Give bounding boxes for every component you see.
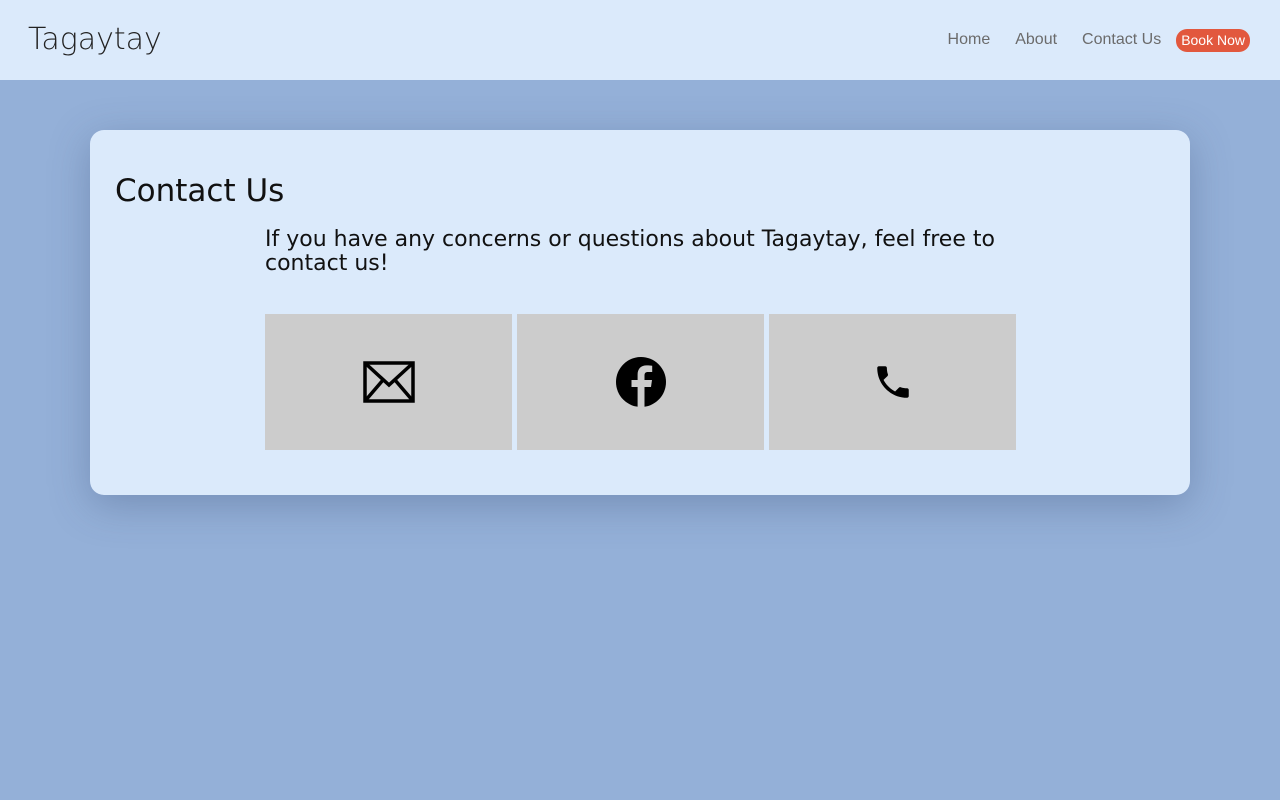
nav-links: Home About Contact Us Book Now [948,28,1250,52]
navbar: Tagaytay Home About Contact Us Book Now [0,0,1280,80]
contact-tiles [265,314,1016,450]
envelope-icon [362,361,415,403]
email-tile[interactable] [265,314,512,450]
nav-link-contact[interactable]: Contact Us [1082,28,1161,52]
contact-description: If you have any concerns or questions ab… [265,227,995,276]
site-logo[interactable]: Tagaytay [28,20,162,60]
contact-card: Contact Us If you have any concerns or q… [90,130,1190,495]
phone-icon [872,361,914,403]
nav-link-about[interactable]: About [1015,28,1057,52]
page-title: Contact Us [115,173,285,209]
facebook-icon [615,356,667,408]
facebook-tile[interactable] [517,314,764,450]
phone-tile[interactable] [769,314,1016,450]
book-now-button[interactable]: Book Now [1176,28,1250,52]
nav-link-home[interactable]: Home [948,28,991,52]
